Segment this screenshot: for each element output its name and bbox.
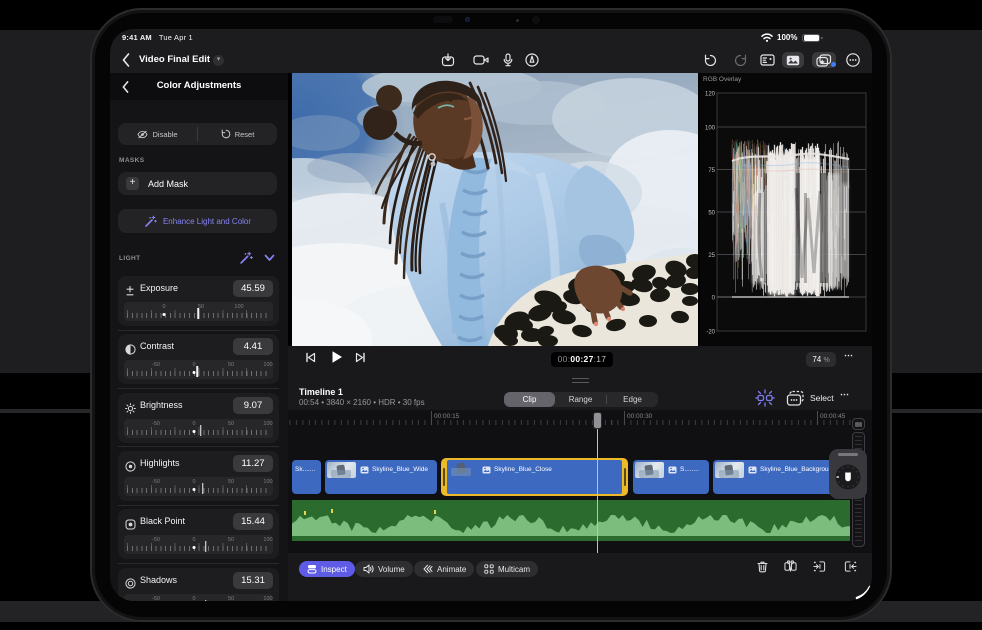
svg-text:120: 120 [705,92,716,98]
svg-text:25: 25 [708,253,715,259]
svg-text:RGB Overlay: RGB Overlay [703,76,742,83]
svg-text:-20: -20 [706,330,715,336]
svg-text:50: 50 [708,211,715,217]
svg-text:75: 75 [708,168,715,174]
svg-text:100: 100 [705,126,716,132]
svg-text:0: 0 [712,296,716,302]
